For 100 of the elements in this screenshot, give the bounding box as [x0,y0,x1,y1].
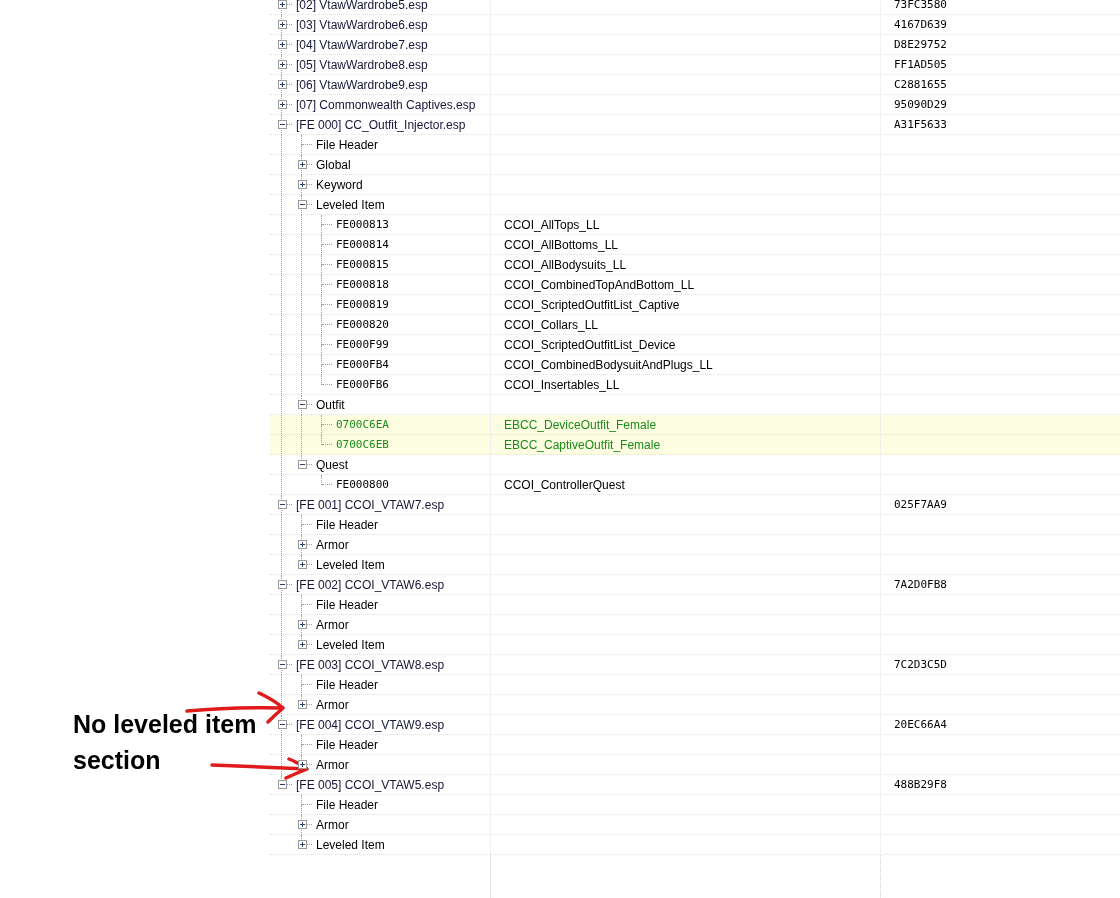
minus-box-icon[interactable] [277,660,287,669]
plugin-name: [FE 001] CCOI_VTAW7.esp [295,496,445,513]
crc-value: C2881655 [894,76,947,93]
tree-row[interactable]: Armor [270,755,1120,775]
tree-row[interactable]: Outfit [270,395,1120,415]
minus-box-icon[interactable] [277,500,287,509]
group-label: Outfit [315,396,345,413]
plus-box-icon[interactable] [297,700,307,709]
form-id: FE000818 [335,276,389,293]
node-label: File Header [315,736,379,753]
tree-row[interactable]: 0700C6EB EBCC_CaptiveOutfit_Female [270,435,1120,455]
tree-row[interactable]: [FE 002] CCOI_VTAW6.esp 7A2D0FB8 [270,575,1120,595]
tree-row[interactable]: Keyword [270,175,1120,195]
tree-row[interactable]: FE000814 CCOI_AllBottoms_LL [270,235,1120,255]
tree-row[interactable]: FE000815 CCOI_AllBodysuits_LL [270,255,1120,275]
form-id: FE000820 [335,316,389,333]
editor-id: EBCC_DeviceOutfit_Female [504,416,657,433]
editor-id: CCOI_ScriptedOutfitList_Captive [504,296,680,313]
tree-row[interactable]: File Header [270,735,1120,755]
crc-value: D8E29752 [894,36,947,53]
tree-row[interactable]: Armor [270,535,1120,555]
plus-box-icon[interactable] [297,840,307,849]
tree-row[interactable]: [07] Commonwealth Captives.esp 95090D29 [270,95,1120,115]
plugin-name: [FE 002] CCOI_VTAW6.esp [295,576,445,593]
tree-row[interactable]: [03] VtawWardrobe6.esp 4167D639 [270,15,1120,35]
plus-box-icon[interactable] [297,560,307,569]
plugin-name: [FE 004] CCOI_VTAW9.esp [295,716,445,733]
node-label: File Header [315,596,379,613]
plus-box-icon[interactable] [277,100,287,109]
tree-row[interactable]: FE000818 CCOI_CombinedTopAndBottom_LL [270,275,1120,295]
tree-row[interactable]: [04] VtawWardrobe7.esp D8E29752 [270,35,1120,55]
tree-row[interactable]: 0700C6EA EBCC_DeviceOutfit_Female [270,415,1120,435]
tree-row[interactable]: [FE 004] CCOI_VTAW9.esp 20EC66A4 [270,715,1120,735]
editor-id: CCOI_CombinedBodysuitAndPlugs_LL [504,356,713,373]
plugin-name: [FE 000] CC_Outfit_Injector.esp [295,116,466,133]
form-id: FE000F99 [335,336,389,353]
plugin-name: [03] VtawWardrobe6.esp [295,16,428,33]
plugin-name: [02] VtawWardrobe5.esp [295,0,428,13]
plus-box-icon[interactable] [297,760,307,769]
plus-box-icon[interactable] [297,180,307,189]
group-label: Leveled Item [315,836,385,853]
plugin-name: [06] VtawWardrobe9.esp [295,76,428,93]
tree-row[interactable]: File Header [270,595,1120,615]
tree-row[interactable]: Quest [270,455,1120,475]
tree-row[interactable]: [02] VtawWardrobe5.esp 73FC3580 [270,0,1120,15]
group-label: Quest [315,456,348,473]
plus-box-icon[interactable] [297,640,307,649]
tree-row[interactable]: FE000F99 CCOI_ScriptedOutfitList_Device [270,335,1120,355]
tree-row[interactable]: Armor [270,815,1120,835]
plus-box-icon[interactable] [297,160,307,169]
tree-row[interactable]: Leveled Item [270,635,1120,655]
minus-box-icon[interactable] [297,460,307,469]
group-label: Leveled Item [315,636,385,653]
tree-row[interactable]: [FE 003] CCOI_VTAW8.esp 7C2D3C5D [270,655,1120,675]
plus-box-icon[interactable] [277,60,287,69]
tree-row[interactable]: [05] VtawWardrobe8.esp FF1AD505 [270,55,1120,75]
editor-id: CCOI_Collars_LL [504,316,599,333]
minus-box-icon[interactable] [277,120,287,129]
plus-box-icon[interactable] [277,0,287,9]
plus-box-icon[interactable] [297,620,307,629]
minus-box-icon[interactable] [277,580,287,589]
tree-row[interactable]: FE000800 CCOI_ControllerQuest [270,475,1120,495]
plugin-name: [FE 003] CCOI_VTAW8.esp [295,656,445,673]
minus-box-icon[interactable] [277,720,287,729]
tree-row[interactable]: Leveled Item [270,835,1120,855]
crc-value: 73FC3580 [894,0,947,13]
form-id: FE000815 [335,256,389,273]
tree-row[interactable]: [FE 000] CC_Outfit_Injector.esp A31F5633 [270,115,1120,135]
tree-row[interactable]: FE000820 CCOI_Collars_LL [270,315,1120,335]
editor-id: EBCC_CaptiveOutfit_Female [504,436,661,453]
plus-box-icon[interactable] [297,820,307,829]
tree-row[interactable]: Global [270,155,1120,175]
tree-row[interactable]: Leveled Item [270,195,1120,215]
crc-value: 7C2D3C5D [894,656,947,673]
tree-row[interactable]: [FE 001] CCOI_VTAW7.esp 025F7AA9 [270,495,1120,515]
plus-box-icon[interactable] [277,80,287,89]
tree-row[interactable]: [FE 005] CCOI_VTAW5.esp 488B29F8 [270,775,1120,795]
crc-value: 95090D29 [894,96,947,113]
minus-box-icon[interactable] [277,780,287,789]
plugin-name: [FE 005] CCOI_VTAW5.esp [295,776,445,793]
plus-box-icon[interactable] [277,40,287,49]
tree-row[interactable]: Leveled Item [270,555,1120,575]
tree-row[interactable]: File Header [270,795,1120,815]
tree-row[interactable]: Armor [270,695,1120,715]
tree-row[interactable]: FE000FB4 CCOI_CombinedBodysuitAndPlugs_LL [270,355,1120,375]
plus-box-icon[interactable] [277,20,287,29]
minus-box-icon[interactable] [297,400,307,409]
tree-row[interactable]: File Header [270,135,1120,155]
minus-box-icon[interactable] [297,200,307,209]
group-label: Keyword [315,176,363,193]
tree-row[interactable]: FE000819 CCOI_ScriptedOutfitList_Captive [270,295,1120,315]
tree-row[interactable]: FE000FB6 CCOI_Insertables_LL [270,375,1120,395]
tree-row[interactable]: FE000813 CCOI_AllTops_LL [270,215,1120,235]
tree-row[interactable]: [06] VtawWardrobe9.esp C2881655 [270,75,1120,95]
tree-row[interactable]: File Header [270,675,1120,695]
tree-row[interactable]: File Header [270,515,1120,535]
annotation-text: section [73,748,161,773]
plus-box-icon[interactable] [297,540,307,549]
node-label: File Header [315,676,379,693]
tree-row[interactable]: Armor [270,615,1120,635]
